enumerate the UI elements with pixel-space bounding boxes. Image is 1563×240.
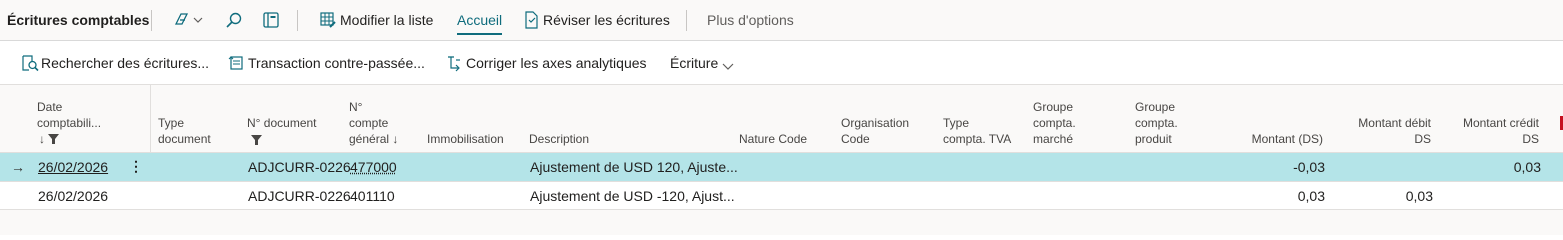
col-header-nature-code[interactable]: Nature Code — [739, 131, 807, 147]
col-header-doc-type[interactable]: Type document — [158, 115, 211, 147]
cell-debit: 0,03 — [1405, 188, 1433, 204]
cell-gl-account[interactable]: 477000 — [350, 159, 397, 175]
column-divider — [150, 85, 151, 153]
cell-amount: -0,03 — [1293, 159, 1325, 175]
search-entries-button[interactable]: Rechercher des écritures... — [41, 55, 209, 71]
reverse-transaction-button[interactable]: Transaction contre-passée... — [248, 55, 425, 71]
filter-icon — [251, 135, 262, 145]
more-options-icon[interactable]: ⋮ — [129, 158, 143, 175]
review-entries-button[interactable]: Réviser les écritures — [543, 12, 670, 28]
col-header-posting-date[interactable]: Date comptabili... ↓ — [37, 99, 101, 147]
entry-menu-button[interactable]: Écriture — [670, 55, 718, 71]
page-header-bar: Écritures comptables Modifier la liste A… — [0, 0, 1563, 41]
row-divider — [0, 209, 1563, 210]
cell-description: Ajustement de USD 120, Ajuste... — [530, 159, 738, 175]
col-header-gen-bus-group[interactable]: Groupe compta. marché — [1033, 99, 1076, 147]
col-header-org-code[interactable]: Organisation Code — [841, 115, 909, 147]
cell-description: Ajustement de USD -120, Ajust... — [530, 188, 735, 204]
filter-pane-icon[interactable] — [262, 11, 280, 32]
cell-posting-date[interactable]: 26/02/2026 — [38, 188, 108, 204]
page-title: Écritures comptables — [7, 12, 150, 28]
sort-desc-icon: ↓ — [39, 132, 45, 146]
col-header-description[interactable]: Description — [529, 131, 589, 147]
col-header-fixed-asset[interactable]: Immobilisation — [427, 131, 504, 147]
correct-dimensions-button[interactable]: Corriger les axes analytiques — [466, 55, 647, 71]
col-header-vat-type[interactable]: Type compta. TVA — [943, 115, 1011, 147]
col-header-debit[interactable]: Montant débit DS — [1358, 115, 1431, 147]
reverse-transaction-icon — [228, 54, 246, 75]
find-entries-icon — [21, 54, 39, 75]
divider — [297, 10, 298, 31]
review-document-icon[interactable] — [523, 11, 539, 32]
cell-doc-no: ADJCURR-0226 — [248, 188, 351, 204]
arrow-right-icon: → — [11, 159, 25, 175]
more-options-button[interactable]: Plus d'options — [707, 12, 794, 28]
col-header-gl-account[interactable]: N° compte général ↓ — [349, 99, 398, 147]
divider — [151, 10, 152, 31]
col-header-credit[interactable]: Montant crédit DS — [1463, 115, 1539, 147]
cell-posting-date[interactable]: 26/02/2026 — [38, 159, 108, 175]
col-header-gen-prod-group[interactable]: Groupe compta. produit — [1135, 99, 1178, 147]
table-row[interactable]: 26/02/2026 ADJCURR-0226 401110 Ajustemen… — [0, 182, 1563, 209]
divider — [686, 10, 687, 31]
cell-amount: 0,03 — [1297, 188, 1325, 204]
modify-list-button[interactable]: Modifier la liste — [340, 12, 433, 28]
cell-gl-account[interactable]: 401110 — [350, 188, 395, 204]
col-header-amount[interactable]: Montant (DS) — [1252, 131, 1323, 147]
copilot-analyze-icon[interactable] — [172, 11, 204, 32]
col-header-doc-no[interactable]: N° document — [247, 115, 317, 149]
active-tab-indicator — [457, 33, 502, 35]
filter-icon — [48, 134, 59, 144]
chevron-down-icon[interactable] — [722, 58, 734, 74]
search-icon[interactable] — [225, 11, 243, 32]
cell-doc-no: ADJCURR-0226 — [248, 159, 351, 175]
dimensions-icon — [446, 54, 464, 75]
tab-home[interactable]: Accueil — [457, 12, 502, 28]
action-bar: Rechercher des écritures... Transaction … — [0, 41, 1563, 85]
table-row[interactable]: → 26/02/2026 ⋮ ADJCURR-0226 477000 Ajust… — [0, 153, 1563, 181]
cell-credit: 0,03 — [1513, 159, 1541, 175]
edit-list-icon[interactable] — [319, 11, 337, 32]
